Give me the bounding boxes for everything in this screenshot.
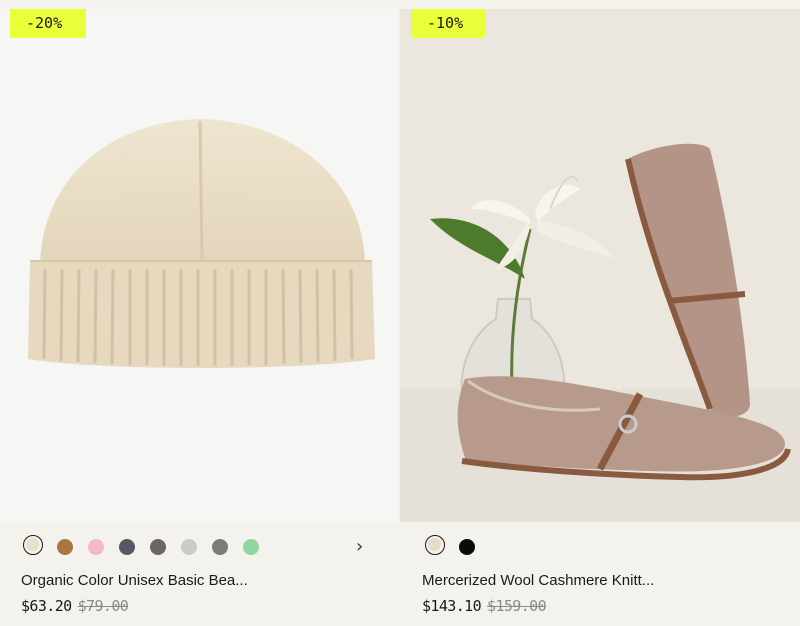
swatch-selected[interactable] [425, 535, 445, 555]
swatch[interactable] [212, 539, 228, 555]
swatch[interactable] [243, 539, 259, 555]
color-swatches [400, 535, 800, 559]
chevron-right-icon[interactable]: › [356, 536, 372, 558]
original-price: $79.00 [77, 597, 129, 615]
product-image-beanie[interactable]: -20% [0, 9, 398, 522]
swatch[interactable] [150, 539, 166, 555]
swatch[interactable] [459, 539, 475, 555]
product-price: $63.20 $79.00 [21, 597, 129, 615]
product-card-flats[interactable]: -10% Mercerized Wool Cashmere Knitt... $… [400, 0, 800, 626]
product-price: $143.10 $159.00 [422, 597, 547, 615]
discount-badge: -20% [10, 9, 86, 38]
beanie-illustration [28, 119, 375, 368]
sale-price: $63.20 [21, 597, 72, 615]
swatch[interactable] [181, 539, 197, 555]
swatch[interactable] [88, 539, 104, 555]
swatch-color [428, 538, 441, 551]
discount-badge: -10% [411, 9, 485, 38]
sale-price: $143.10 [422, 597, 482, 615]
product-image-flats[interactable]: -10% [400, 9, 800, 522]
swatch[interactable] [119, 539, 135, 555]
swatch[interactable] [57, 539, 73, 555]
product-card-beanie[interactable]: -20% › Organic Color Unisex Basic Bea...… [0, 0, 398, 626]
product-title[interactable]: Organic Color Unisex Basic Bea... [21, 572, 248, 589]
swatch-color [26, 538, 39, 551]
flats-illustration [400, 9, 800, 522]
product-grid: -20% › Organic Color Unisex Basic Bea...… [0, 0, 800, 626]
product-title[interactable]: Mercerized Wool Cashmere Knitt... [422, 572, 654, 589]
original-price: $159.00 [487, 597, 547, 615]
swatch-selected[interactable] [23, 535, 43, 555]
color-swatches: › [0, 535, 398, 559]
